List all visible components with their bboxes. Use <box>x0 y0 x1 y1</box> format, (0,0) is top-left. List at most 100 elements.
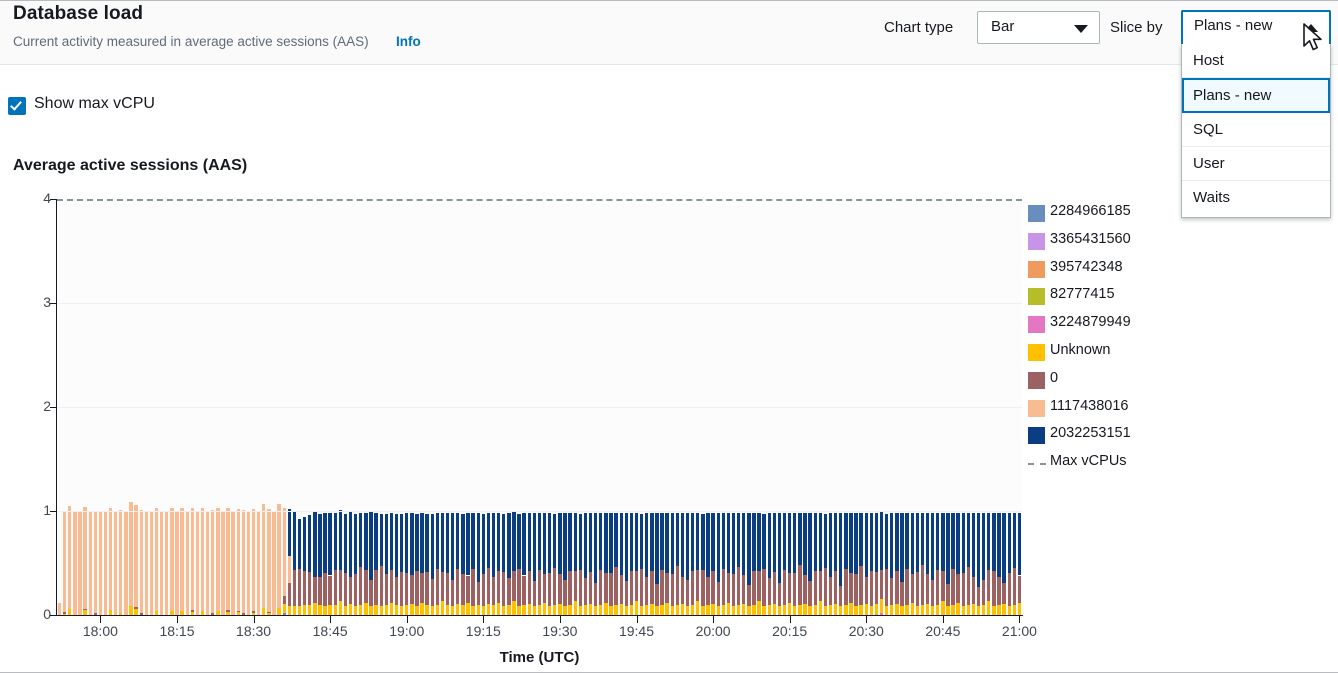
bar-segment <box>507 513 510 577</box>
bar-segment <box>1018 576 1021 603</box>
bar-segment <box>997 513 1000 576</box>
bar-segment <box>962 513 965 573</box>
bar-segment <box>369 512 372 580</box>
bar-segment <box>471 569 474 605</box>
bar-segment <box>742 604 745 615</box>
slice-by-dropdown[interactable]: HostPlans - newSQLUserWaits <box>1181 44 1331 218</box>
bar-segment <box>747 513 750 585</box>
bar-segment <box>492 577 495 605</box>
bar-segment <box>905 513 908 569</box>
bar-segment <box>905 605 908 615</box>
bar-segment <box>466 576 469 603</box>
bar-segment <box>757 571 760 601</box>
bar-segment <box>824 514 827 568</box>
legend-dashed-line-icon <box>1028 463 1046 465</box>
legend-item[interactable]: Max vCPUs <box>1028 451 1228 479</box>
bar-segment <box>788 603 791 615</box>
legend-item[interactable]: 0 <box>1028 368 1228 396</box>
show-max-vcpu-label[interactable]: Show max vCPU <box>34 95 155 113</box>
bar-segment <box>512 601 515 615</box>
bar-segment <box>803 575 806 603</box>
bar-segment <box>548 573 551 605</box>
bar-segment <box>1002 583 1005 604</box>
mouse-cursor-icon <box>1303 23 1329 55</box>
bar-segment <box>487 513 490 568</box>
legend-item[interactable]: 1117438016 <box>1028 396 1228 424</box>
bar-segment <box>824 606 827 615</box>
bar-segment <box>737 567 740 604</box>
bar-segment <box>625 606 628 615</box>
bar-segment <box>977 587 980 606</box>
slice-by-option-plans-new[interactable]: Plans - new <box>1182 78 1330 113</box>
bar-segment <box>671 606 674 615</box>
legend-item[interactable]: 3365431560 <box>1028 229 1228 257</box>
legend-item[interactable]: 82777415 <box>1028 284 1228 312</box>
bar-segment <box>676 566 679 604</box>
bar-segment <box>956 603 959 615</box>
legend-label: Max vCPUs <box>1050 453 1127 469</box>
bar-segment <box>298 519 301 569</box>
slice-by-label: Slice by <box>1110 19 1163 36</box>
chart-type-select[interactable]: Bar <box>977 11 1100 44</box>
bar-segment <box>635 571 638 601</box>
bar-segment <box>364 513 367 570</box>
x-tick-mark <box>177 616 178 623</box>
bar-segment <box>533 581 536 606</box>
bar-segment <box>696 570 699 601</box>
bar-segment <box>803 604 806 615</box>
bar-segment <box>334 513 337 570</box>
legend-color-swatch <box>1028 372 1045 389</box>
x-tick-mark <box>1019 616 1020 623</box>
bar-segment <box>594 606 597 615</box>
bar-segment <box>681 577 684 604</box>
x-tick-label: 21:00 <box>984 623 1054 639</box>
show-max-vcpu-row: Show max vCPU <box>0 65 1338 125</box>
bar-segment <box>584 578 587 605</box>
show-max-vcpu-checkbox[interactable] <box>8 97 26 115</box>
bar-segment <box>349 604 352 615</box>
info-link[interactable]: Info <box>396 34 421 49</box>
bar-segment <box>425 572 428 604</box>
bar-segment <box>941 601 944 615</box>
bar-segment <box>461 574 464 604</box>
legend-item[interactable]: 2032253151 <box>1028 423 1228 451</box>
bar-segment <box>277 608 280 615</box>
bar-segment <box>359 513 362 567</box>
bar-segment <box>160 511 163 615</box>
bar-segment <box>73 511 76 615</box>
bar-segment <box>390 603 393 615</box>
slice-by-option-sql[interactable]: SQL <box>1182 113 1330 147</box>
bar-segment <box>477 582 480 605</box>
bar-segment <box>99 511 102 615</box>
bar-segment <box>870 513 873 571</box>
bar-segment <box>660 605 663 615</box>
bar-segment <box>584 605 587 615</box>
bar-segment <box>359 567 362 604</box>
legend-item[interactable]: 3224879949 <box>1028 312 1228 340</box>
bar-segment <box>237 509 240 611</box>
bar-segment <box>354 606 357 615</box>
bar-segment <box>206 511 209 615</box>
legend-item[interactable]: 395742348 <box>1028 257 1228 285</box>
bar-segment <box>522 605 525 615</box>
bar-segment <box>987 570 990 601</box>
bar-segment <box>303 571 306 604</box>
bar-segment <box>78 511 81 615</box>
bar-segment <box>502 514 505 572</box>
bar-segment <box>732 574 735 605</box>
bar-segment <box>431 514 434 578</box>
bar-segment <box>757 601 760 615</box>
legend-item[interactable]: Unknown <box>1028 340 1228 368</box>
bar-segment <box>849 573 852 602</box>
slice-by-option-user[interactable]: User <box>1182 147 1330 181</box>
bar-segment <box>686 580 689 606</box>
bar-segment <box>543 603 546 615</box>
bar-segment <box>900 606 903 615</box>
bar-segment <box>783 570 786 604</box>
bar-segment <box>875 513 878 572</box>
bar-segment <box>380 606 383 615</box>
bar-segment <box>911 513 914 574</box>
slice-by-option-waits[interactable]: Waits <box>1182 181 1330 215</box>
bar-segment <box>717 513 720 582</box>
bar-segment <box>543 574 546 602</box>
